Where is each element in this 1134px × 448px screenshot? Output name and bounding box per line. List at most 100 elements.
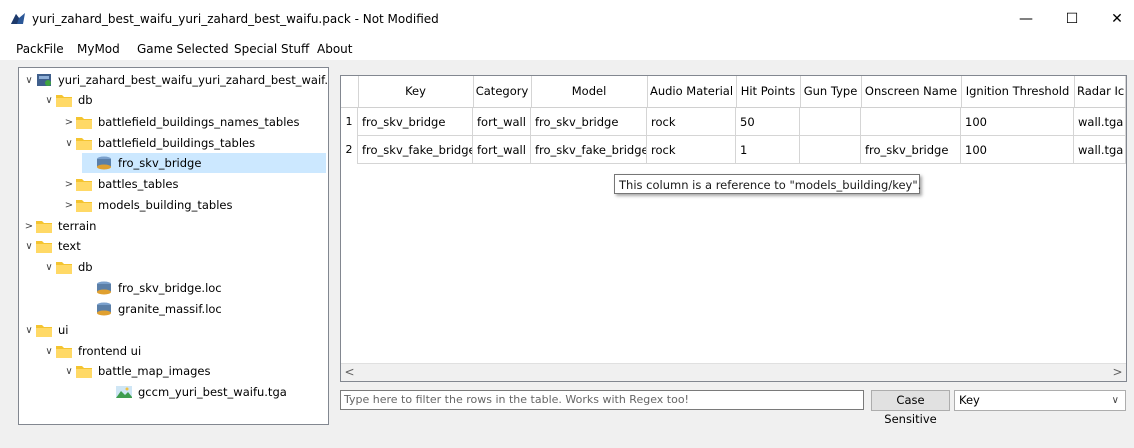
filter-input[interactable]: Type here to filter the rows in the tabl…: [340, 390, 864, 410]
tree-item-label: fro_skv_bridge.loc: [118, 281, 222, 295]
filter-column-select[interactable]: Key ∨: [954, 390, 1126, 411]
minimize-button[interactable]: —: [1003, 0, 1049, 38]
menu-mymod[interactable]: MyMod: [77, 42, 120, 56]
db-icon: [97, 281, 111, 295]
chevron-down-icon[interactable]: ∨: [22, 241, 36, 252]
tree-item-label: text: [58, 239, 81, 253]
folder-icon: [76, 200, 92, 212]
maximize-button[interactable]: ☐: [1049, 0, 1095, 38]
chevron-right-icon[interactable]: >: [62, 179, 76, 190]
chevron-down-icon[interactable]: ∨: [22, 325, 36, 336]
table-cell[interactable]: fort_wall: [473, 136, 531, 164]
tree-item-selected[interactable]: fro_skv_bridge: [82, 153, 326, 173]
tree-item[interactable]: ∨ text: [22, 236, 81, 256]
chevron-down-icon[interactable]: ∨: [62, 138, 76, 149]
row-number[interactable]: 2: [341, 136, 358, 164]
maximize-icon: ☐: [1065, 11, 1079, 27]
table-cell[interactable]: wall.tga: [1074, 136, 1126, 164]
tree-item-label: granite_massif.loc: [118, 302, 222, 316]
table-cell[interactable]: fro_skv_bridge: [358, 108, 473, 136]
column-header[interactable]: Hit Points: [736, 76, 801, 107]
table-cell[interactable]: fro_skv_fake_bridge: [531, 136, 647, 164]
menu-about[interactable]: About: [317, 42, 352, 56]
scroll-right-icon[interactable]: >: [1109, 364, 1126, 381]
column-header[interactable]: Category: [473, 76, 532, 107]
tree-item[interactable]: ∨ yuri_zahard_best_waifu_yuri_zahard_bes…: [22, 70, 329, 90]
tree-item[interactable]: ∨ ui: [22, 320, 68, 340]
table-cell[interactable]: rock: [647, 136, 736, 164]
menu-packfile[interactable]: PackFile: [16, 42, 64, 56]
menu-game-selected[interactable]: Game Selected: [137, 42, 229, 56]
tree-item-label: battlefield_buildings_names_tables: [98, 115, 300, 129]
menu-bar: PackFile MyMod Game Selected Special Stu…: [0, 38, 1134, 61]
tree-item[interactable]: > battles_tables: [62, 174, 179, 194]
table-cell[interactable]: [800, 136, 861, 164]
corner-header[interactable]: [341, 76, 359, 107]
table-cell[interactable]: wall.tga: [1074, 108, 1126, 136]
column-header[interactable]: Gun Type: [800, 76, 862, 107]
horizontal-scrollbar[interactable]: < >: [341, 363, 1126, 381]
title-bar: yuri_zahard_best_waifu_yuri_zahard_best_…: [0, 0, 1134, 38]
tree-item-label: battle_map_images: [98, 364, 211, 378]
chevron-down-icon[interactable]: ∨: [62, 366, 76, 377]
table-cell[interactable]: 50: [736, 108, 800, 136]
column-header[interactable]: Radar Ic: [1074, 76, 1126, 107]
pack-tree[interactable]: ∨ yuri_zahard_best_waifu_yuri_zahard_bes…: [18, 67, 329, 425]
chevron-down-icon[interactable]: ∨: [42, 262, 56, 273]
close-icon: ✕: [1111, 11, 1123, 27]
chevron-right-icon[interactable]: >: [62, 117, 76, 128]
tree-item[interactable]: granite_massif.loc: [82, 299, 222, 319]
column-header[interactable]: Ignition Threshold: [961, 76, 1075, 107]
tree-item[interactable]: ∨ frontend ui: [42, 341, 141, 361]
table-cell[interactable]: rock: [647, 108, 736, 136]
tree-item[interactable]: > terrain: [22, 216, 96, 236]
folder-icon: [76, 366, 92, 378]
column-header[interactable]: Key: [358, 76, 474, 107]
scroll-left-icon[interactable]: <: [341, 364, 358, 381]
chevron-down-icon[interactable]: ∨: [22, 75, 36, 86]
tree-item[interactable]: ∨ db: [42, 257, 93, 277]
table-cell[interactable]: fro_skv_bridge: [861, 136, 961, 164]
chevron-down-icon[interactable]: ∨: [42, 95, 56, 106]
tree-item[interactable]: ∨ battlefield_buildings_tables: [62, 133, 255, 153]
chevron-right-icon[interactable]: >: [62, 200, 76, 211]
tree-item[interactable]: gccm_yuri_best_waifu.tga: [102, 382, 287, 402]
minimize-icon: —: [1019, 11, 1033, 27]
folder-icon: [56, 95, 72, 107]
tree-item-label: fro_skv_bridge: [118, 156, 202, 170]
chevron-right-icon[interactable]: >: [22, 221, 36, 232]
table-cell[interactable]: fort_wall: [473, 108, 531, 136]
menu-special-stuff[interactable]: Special Stuff: [234, 42, 309, 56]
tree-item[interactable]: ∨ db: [42, 90, 93, 110]
tree-item-label: yuri_zahard_best_waifu_yuri_zahard_best_…: [58, 73, 329, 87]
tree-item[interactable]: ∨ battle_map_images: [62, 361, 211, 381]
tree-item-label: battles_tables: [98, 177, 179, 191]
table-cell[interactable]: 1: [736, 136, 800, 164]
table-cell[interactable]: [861, 108, 961, 136]
table-cell[interactable]: 100: [961, 136, 1074, 164]
folder-icon: [36, 221, 52, 233]
column-header[interactable]: Audio Material: [647, 76, 737, 107]
table-cell[interactable]: [800, 108, 861, 136]
db-table[interactable]: Key Category Model Audio Material Hit Po…: [340, 75, 1127, 382]
close-button[interactable]: ✕: [1094, 0, 1134, 38]
table-cell[interactable]: fro_skv_bridge: [531, 108, 647, 136]
row-number[interactable]: 1: [341, 108, 358, 136]
tree-item[interactable]: > battlefield_buildings_names_tables: [62, 112, 299, 132]
column-header[interactable]: Model: [531, 76, 648, 107]
folder-icon: [36, 241, 52, 253]
pack-icon: [37, 74, 51, 86]
case-sensitive-button[interactable]: Case Sensitive: [871, 390, 950, 426]
chevron-down-icon[interactable]: ∨: [42, 346, 56, 357]
filter-column-value: Key: [959, 393, 980, 407]
table-cell[interactable]: fro_skv_fake_bridge: [358, 136, 473, 164]
tree-item[interactable]: fro_skv_bridge.loc: [82, 278, 222, 298]
tree-item-label: models_building_tables: [98, 198, 233, 212]
table-cell[interactable]: 100: [961, 108, 1074, 136]
table-header: Key Category Model Audio Material Hit Po…: [341, 76, 1126, 108]
column-header[interactable]: Onscreen Name: [861, 76, 962, 107]
tree-item[interactable]: > models_building_tables: [62, 195, 232, 215]
tree-item-label: db: [78, 260, 93, 274]
folder-icon: [56, 346, 72, 358]
tree-item-label: terrain: [58, 219, 97, 233]
